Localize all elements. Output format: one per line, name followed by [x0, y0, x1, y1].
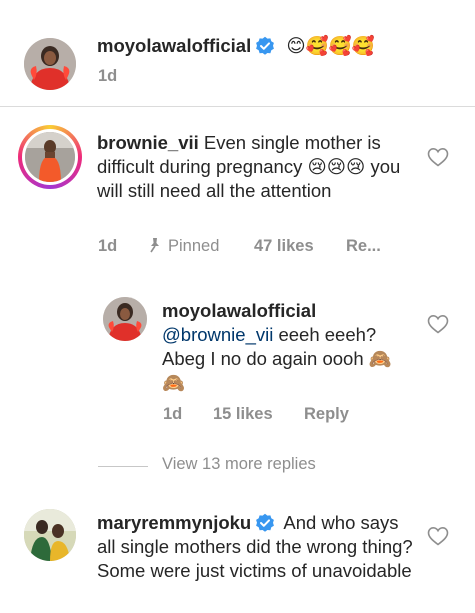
comment-time: 1d: [98, 237, 118, 255]
comment-2-body: brownie_vii Even single mother is diffic…: [97, 131, 417, 203]
avatar-maryremmynjoku[interactable]: [24, 509, 76, 561]
verified-badge-icon: [255, 36, 275, 56]
comment-username[interactable]: moyolawalofficial: [162, 300, 316, 321]
comment-1-meta: 1d: [98, 67, 117, 86]
view-more-line: [98, 466, 148, 467]
pinned-label: Pinned: [168, 237, 220, 255]
comment-text: 😊🥰🥰🥰: [286, 35, 375, 56]
reply-button[interactable]: Reply: [304, 405, 349, 424]
comment-username[interactable]: moyolawalofficial: [97, 35, 251, 56]
story-ring[interactable]: [18, 125, 82, 189]
comment-time: 1d: [98, 67, 118, 85]
view-more-replies-button[interactable]: View 13 more replies: [162, 455, 316, 474]
pinned-indicator: Pinned: [148, 237, 254, 256]
heart-outline-icon[interactable]: [427, 147, 449, 167]
divider: [0, 106, 475, 107]
comment-username[interactable]: maryremmynjoku: [97, 512, 251, 533]
verified-badge-icon: [255, 513, 275, 533]
avatar-moyolawalofficial[interactable]: [103, 297, 147, 341]
likes-count[interactable]: 47 likes: [254, 237, 346, 256]
reply-body: moyolawalofficial @brownie_vii eeeh eeeh…: [162, 299, 412, 395]
reply-meta: 1d 15 likes Reply: [163, 405, 349, 424]
comment-4-body: maryremmynjoku And who says all single m…: [97, 511, 417, 583]
comment-username[interactable]: brownie_vii: [97, 132, 199, 153]
reply-button[interactable]: Re...: [346, 237, 381, 256]
avatar-brownie_vii[interactable]: [25, 132, 75, 182]
heart-outline-icon[interactable]: [427, 314, 449, 334]
comment-2-meta: 1d Pinned 47 likes Re...: [98, 237, 381, 256]
heart-outline-icon[interactable]: [427, 526, 449, 546]
comment-1-body: moyolawalofficial 😊🥰🥰🥰: [97, 34, 437, 58]
avatar-moyolawalofficial[interactable]: [24, 38, 76, 90]
mention-link[interactable]: @brownie_vii: [162, 324, 273, 345]
likes-count[interactable]: 15 likes: [213, 405, 304, 424]
comment-time: 1d: [163, 405, 183, 423]
pin-icon: [148, 237, 162, 253]
